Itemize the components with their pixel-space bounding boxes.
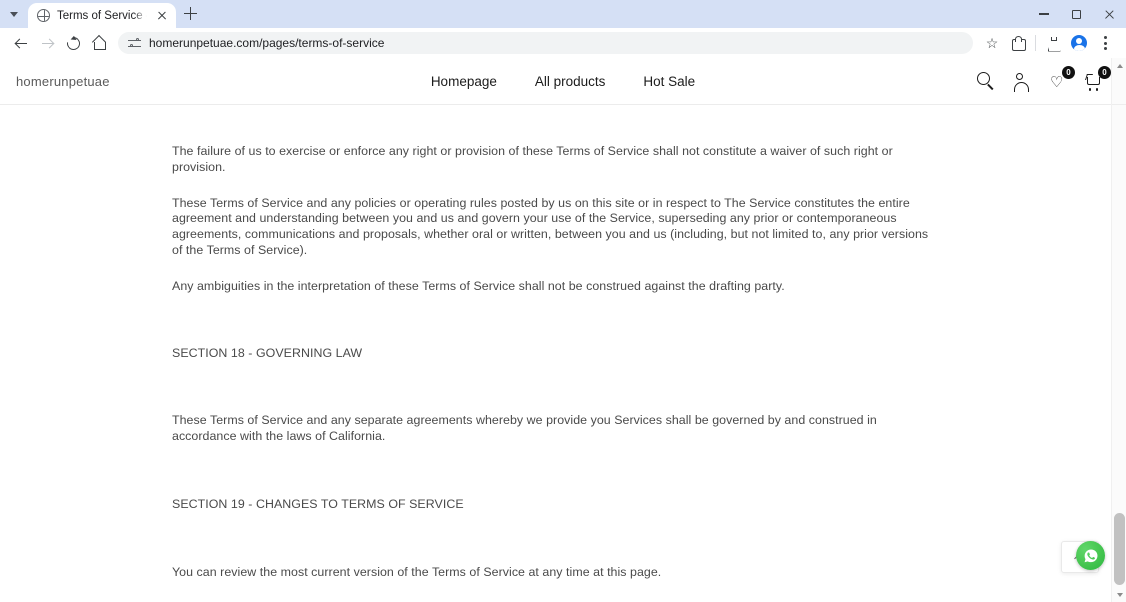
plus-icon xyxy=(183,6,197,20)
flask-icon xyxy=(1047,36,1060,50)
main-navigation: Homepage All products Hot Sale xyxy=(0,74,1126,89)
chevron-down-icon xyxy=(10,11,18,17)
triangle-down-icon xyxy=(1116,592,1123,597)
home-button[interactable] xyxy=(86,30,112,56)
page-scrollbar[interactable] xyxy=(1111,58,1126,602)
bookmark-button[interactable]: ☆ xyxy=(979,30,1005,56)
whatsapp-icon xyxy=(1084,549,1097,562)
globe-icon xyxy=(37,9,50,22)
page-viewport: homerunpetuae Homepage All products Hot … xyxy=(0,58,1126,602)
scrollbar-down-arrow[interactable] xyxy=(1112,587,1126,602)
nav-item-homepage[interactable]: Homepage xyxy=(431,74,497,89)
search-icon xyxy=(977,71,990,85)
address-bar[interactable]: homerunpetuae.com/pages/terms-of-service xyxy=(118,32,973,54)
tab-strip: Terms of Service – homerunpet... xyxy=(0,0,1126,28)
reload-icon xyxy=(63,33,83,53)
reload-button[interactable] xyxy=(60,30,86,56)
account-button[interactable] xyxy=(1013,72,1032,92)
arrow-left-icon xyxy=(15,37,28,50)
profile-button[interactable] xyxy=(1066,30,1092,56)
user-icon xyxy=(1016,72,1023,80)
url-text: homerunpetuae.com/pages/terms-of-service xyxy=(149,36,385,50)
arrow-right-icon xyxy=(41,37,54,50)
tab-title: Terms of Service – homerunpet... xyxy=(57,9,147,22)
kebab-menu-icon xyxy=(1103,35,1107,51)
nav-item-hot-sale[interactable]: Hot Sale xyxy=(643,74,695,89)
puzzle-icon xyxy=(1011,35,1026,51)
close-icon[interactable] xyxy=(154,8,170,24)
site-header: homerunpetuae Homepage All products Hot … xyxy=(0,58,1126,105)
forward-button[interactable] xyxy=(34,30,60,56)
star-icon: ☆ xyxy=(985,35,999,51)
cart-count-badge: 0 xyxy=(1098,65,1111,79)
back-button[interactable] xyxy=(8,30,34,56)
extensions-button[interactable] xyxy=(1005,30,1031,56)
site-logo[interactable]: homerunpetuae xyxy=(16,74,110,89)
scrollbar-up-arrow[interactable] xyxy=(1112,58,1126,73)
section-19-heading: SECTION 19 - CHANGES TO TERMS OF SERVICE xyxy=(172,496,464,511)
paragraph-ambiguities: Any ambiguities in the interpretation of… xyxy=(172,278,785,293)
floating-widgets xyxy=(1061,537,1107,577)
triangle-up-icon xyxy=(1116,63,1123,68)
wishlist-button[interactable]: ♡ 0 xyxy=(1049,65,1075,91)
nav-item-all-products[interactable]: All products xyxy=(535,74,606,89)
section-18-heading: SECTION 18 - GOVERNING LAW xyxy=(172,345,363,360)
terms-of-service-article: The failure of us to exercise or enforce… xyxy=(0,105,1126,602)
browser-toolbar: homerunpetuae.com/pages/terms-of-service… xyxy=(0,28,1126,58)
new-tab-button[interactable] xyxy=(176,0,204,27)
maximize-button[interactable] xyxy=(1060,0,1093,28)
scrollbar-thumb[interactable] xyxy=(1114,513,1125,585)
tune-icon[interactable] xyxy=(128,37,141,50)
cart-button[interactable]: 0 xyxy=(1085,65,1111,91)
heart-icon: ♡ xyxy=(1050,73,1064,91)
paragraph-waiver: The failure of us to exercise or enforce… xyxy=(172,144,893,174)
tab-search-button[interactable] xyxy=(0,0,28,28)
header-actions: ♡ 0 0 xyxy=(977,65,1111,92)
paragraph-entire-agreement: These Terms of Service and any policies … xyxy=(172,195,929,257)
close-icon xyxy=(1104,9,1115,20)
search-button[interactable] xyxy=(977,71,996,91)
toolbar-divider xyxy=(1035,35,1036,51)
whatsapp-chat-button[interactable] xyxy=(1076,541,1105,570)
labs-button[interactable] xyxy=(1040,30,1066,56)
browser-window: Terms of Service – homerunpet... homerun… xyxy=(0,0,1126,602)
scrollbar-divider xyxy=(1112,104,1126,105)
wishlist-count-badge: 0 xyxy=(1062,65,1075,79)
maximize-icon xyxy=(1072,9,1081,19)
chrome-menu-button[interactable] xyxy=(1092,30,1118,56)
browser-tab[interactable]: Terms of Service – homerunpet... xyxy=(28,3,176,28)
minimize-button[interactable] xyxy=(1027,0,1060,28)
section-18-body: These Terms of Service and any separate … xyxy=(172,413,877,444)
minimize-icon xyxy=(1038,13,1049,15)
section-19-body-1: You can review the most current version … xyxy=(172,564,662,579)
window-controls xyxy=(1027,0,1126,28)
user-icon-body xyxy=(1014,81,1029,92)
avatar-icon xyxy=(1071,35,1087,51)
section-19-body-2: We reserve the right, at our sole discre… xyxy=(172,581,932,602)
close-window-button[interactable] xyxy=(1093,0,1126,28)
home-icon xyxy=(92,37,106,50)
